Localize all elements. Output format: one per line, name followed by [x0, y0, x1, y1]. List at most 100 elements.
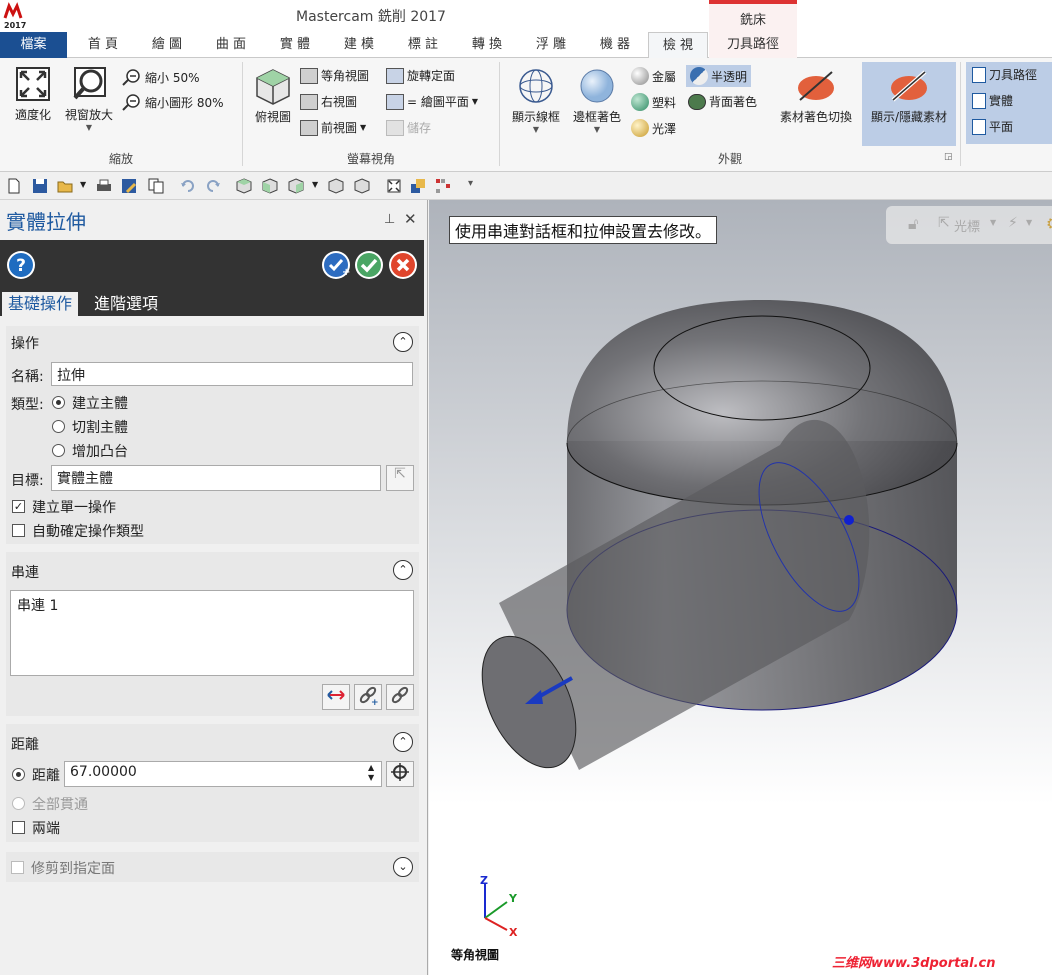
tab-wireframe[interactable]: 繪 圖: [136, 32, 198, 58]
spinner-icon[interactable]: ▲ ▼: [368, 763, 374, 783]
cursor-icon[interactable]: ⇱: [938, 215, 950, 231]
gloss-button[interactable]: 光澤: [631, 119, 676, 137]
section-header: 操作: [11, 336, 39, 352]
cube-icon[interactable]: [262, 178, 278, 194]
chevron-down-icon: ▼: [85, 123, 93, 132]
rotate-plane-button[interactable]: 旋轉定面: [386, 67, 455, 84]
plastic-button[interactable]: 塑料: [631, 93, 676, 111]
tab-advanced[interactable]: 進階選項: [88, 292, 164, 316]
fit-button[interactable]: 適度化: [8, 64, 58, 123]
help-icon[interactable]: ?: [6, 250, 36, 280]
save-as-icon[interactable]: [121, 178, 137, 194]
front-view-button[interactable]: 前視圖 ▼: [300, 119, 366, 136]
show-stock-button[interactable]: 顯示/隱藏素材: [862, 62, 956, 146]
shaded-button[interactable]: 邊框著色 ▼: [568, 66, 626, 134]
type-radio-create[interactable]: [52, 396, 65, 409]
tab-model[interactable]: 建 模: [328, 32, 390, 58]
dialog-launcher-icon[interactable]: ◲: [944, 152, 953, 162]
target-input[interactable]: 實體主體: [51, 465, 381, 491]
both-sides-checkbox[interactable]: [12, 821, 25, 834]
planes-manager-button[interactable]: 平面: [972, 118, 1013, 135]
add-chain-button[interactable]: +: [354, 684, 382, 710]
save-view-button[interactable]: 儲存: [386, 119, 431, 136]
rechain-button[interactable]: [386, 684, 414, 710]
translucent-button[interactable]: 半透明: [686, 65, 752, 87]
pick-distance-button[interactable]: [386, 761, 414, 787]
ok-icon[interactable]: [354, 250, 384, 280]
name-input[interactable]: 拉伸: [51, 362, 413, 386]
tab-machine[interactable]: 機 器: [584, 32, 646, 58]
redo-icon[interactable]: [205, 178, 221, 194]
collapse-icon[interactable]: ⌃: [393, 332, 413, 352]
select-target-button[interactable]: ⇱: [386, 465, 414, 491]
tab-file[interactable]: 檔案: [0, 32, 67, 58]
print-icon[interactable]: [96, 178, 112, 194]
grid-icon[interactable]: [435, 178, 451, 194]
tab-toolpaths[interactable]: 刀具路徑: [709, 32, 797, 58]
right-view-button[interactable]: 右視圖: [300, 93, 357, 110]
list-item[interactable]: 串連 1: [17, 595, 58, 615]
cube-icon[interactable]: [288, 178, 304, 194]
cube-icon[interactable]: [354, 178, 370, 194]
new-file-icon[interactable]: [6, 178, 22, 194]
solids-manager-button[interactable]: 實體: [972, 92, 1013, 109]
tab-solids[interactable]: 實 體: [264, 32, 326, 58]
tab-basic[interactable]: 基礎操作: [2, 292, 79, 316]
type-radio-boss[interactable]: [52, 444, 65, 457]
expand-icon[interactable]: ⌄: [393, 857, 413, 877]
tab-relief[interactable]: 浮 雕: [520, 32, 582, 58]
window-zoom-button[interactable]: 視窗放大 ▼: [60, 64, 118, 132]
stock-shading-button[interactable]: 素材著色切換: [772, 66, 860, 125]
collapse-icon[interactable]: ⌃: [393, 732, 413, 752]
type-radio-cut[interactable]: [52, 420, 65, 433]
tab-transform[interactable]: 轉 換: [456, 32, 518, 58]
tab-view[interactable]: 檢 視: [648, 32, 708, 59]
cube-icon[interactable]: [236, 178, 252, 194]
chevron-down-icon[interactable]: ▼: [312, 180, 318, 189]
toolpaths-manager-button[interactable]: 刀具路徑: [972, 66, 1037, 83]
x-axis-label: X: [509, 926, 518, 939]
zoom-50-button[interactable]: 縮小 50%: [122, 68, 200, 86]
close-icon[interactable]: ✕: [404, 210, 417, 228]
chain-list[interactable]: 串連 1: [10, 590, 414, 676]
top-view-button[interactable]: 俯視圖: [250, 66, 296, 125]
apply-and-continue-icon[interactable]: +: [321, 250, 351, 280]
backface-button[interactable]: 背面著色: [688, 93, 757, 110]
collapse-icon[interactable]: ⌃: [393, 560, 413, 580]
wireframe-button[interactable]: 顯示線框 ▼: [506, 66, 566, 134]
trim-checkbox[interactable]: [11, 861, 24, 874]
graphics-viewport[interactable]: 使用串連對話框和拉伸設置去修改。 🔓︎ ⇱ 光標 ▼ ⚡ ▼ ⚙ Z Y X 等…: [429, 200, 1052, 975]
customize-icon[interactable]: ▾: [468, 178, 473, 189]
tab-annotate[interactable]: 標 註: [392, 32, 454, 58]
metal-button[interactable]: 金屬: [631, 67, 676, 85]
through-all-radio[interactable]: [12, 797, 25, 810]
cube-icon[interactable]: [328, 178, 344, 194]
iso-view-button[interactable]: 等角視圖: [300, 67, 369, 84]
zoom-80-button[interactable]: 縮小圖形 80%: [122, 93, 224, 111]
cancel-icon[interactable]: [388, 250, 418, 280]
copy-icon[interactable]: [148, 178, 164, 194]
gear-icon[interactable]: ⚙: [1046, 214, 1052, 233]
cube-icon: [256, 69, 290, 105]
save-icon[interactable]: [32, 178, 48, 194]
pin-icon[interactable]: ⊥: [384, 212, 395, 227]
fit-icon[interactable]: [386, 178, 402, 194]
single-op-checkbox[interactable]: ✓: [12, 500, 25, 513]
distance-input[interactable]: 67.00000: [64, 761, 382, 787]
tab-home[interactable]: 首 頁: [72, 32, 134, 58]
chevron-down-icon[interactable]: ▼: [990, 218, 996, 227]
open-folder-icon[interactable]: [57, 178, 73, 194]
tab-surfaces[interactable]: 曲 面: [200, 32, 262, 58]
cursor-mode-label[interactable]: 光標: [954, 216, 980, 235]
chevron-down-icon[interactable]: ▼: [80, 180, 86, 189]
undo-icon[interactable]: [180, 178, 196, 194]
snap-icon[interactable]: ⚡: [1008, 215, 1018, 231]
distance-radio[interactable]: [12, 768, 25, 781]
front-view-label: 前視圖: [321, 121, 358, 135]
color-icon[interactable]: [410, 178, 426, 194]
auto-type-checkbox[interactable]: [12, 524, 25, 537]
lock-icon[interactable]: 🔓︎: [908, 214, 918, 234]
chevron-down-icon[interactable]: ▼: [1026, 218, 1032, 227]
reverse-chain-button[interactable]: [322, 684, 350, 710]
cplane-button[interactable]: = 繪圖平面 ▼: [386, 93, 478, 110]
